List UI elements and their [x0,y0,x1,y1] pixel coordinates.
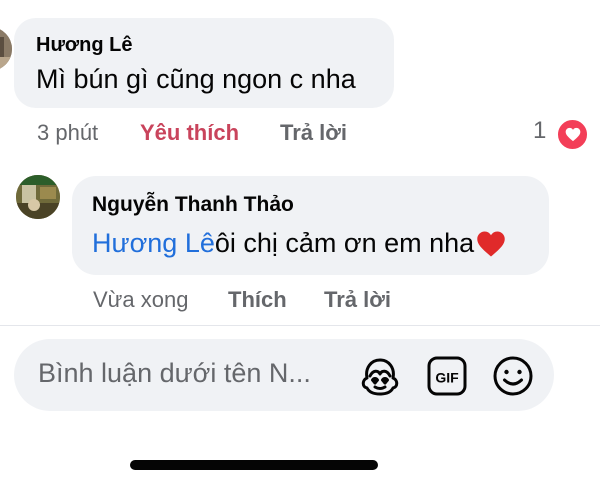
heart-emoji [476,230,506,258]
divider [0,325,600,326]
avatar-sticker-icon[interactable] [357,353,403,399]
comment-text: Hương Lê ôi chị cảm ơn em nha [92,228,506,259]
avatar[interactable] [0,27,12,71]
reply-button[interactable]: Trả lời [324,287,391,313]
comment-bubble [72,176,549,275]
comment-body: ôi chị cảm ơn em nha [214,228,475,258]
heart-icon[interactable] [556,118,589,151]
like-button[interactable]: Yêu thích [140,120,239,146]
comment-timestamp[interactable]: Vừa xong [93,287,188,313]
home-indicator [130,460,378,470]
emoji-icon[interactable] [489,352,537,400]
comment-timestamp[interactable]: 3 phút [37,120,98,146]
comment-author[interactable]: Hương Lê [36,34,132,57]
gif-icon[interactable]: GIF [424,353,470,399]
avatar[interactable] [16,175,60,219]
comment-text: Mì bún gì cũng ngon c nha [36,64,356,94]
gif-label: GIF [435,370,459,386]
comment-author[interactable]: Nguyễn Thanh Thảo [92,193,294,217]
like-button[interactable]: Thích [228,287,287,313]
reply-button[interactable]: Trả lời [280,120,347,146]
comment-input-placeholder[interactable]: Bình luận dưới tên N... [38,358,311,389]
mention-link[interactable]: Hương Lê [92,228,215,259]
reaction-count[interactable]: 1 [533,117,546,145]
